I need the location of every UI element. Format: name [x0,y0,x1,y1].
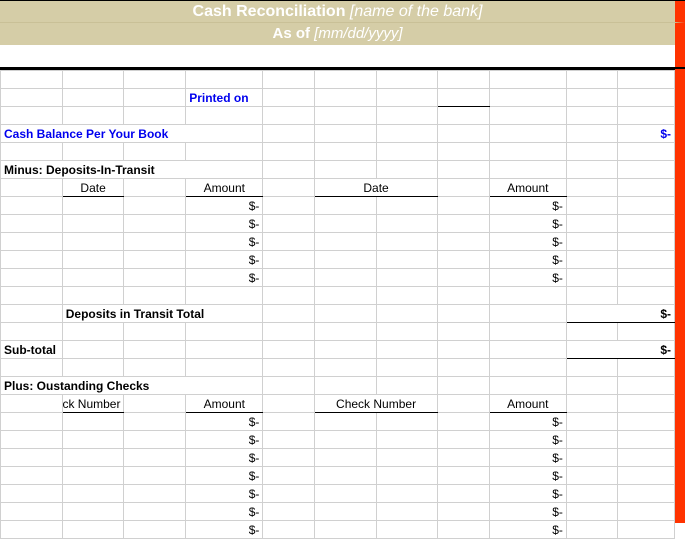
deposit-left-3: $- [186,251,263,269]
amount-header-3: Amount [186,395,263,413]
date-header-1: Date [62,179,124,197]
subtotal-row: Sub-total $- [1,341,675,359]
check-right-3: $- [489,467,566,485]
deposit-right-1: $- [489,215,566,233]
date-header-2: Date [314,179,437,197]
plus-checks-label: Plus: Oustanding Checks [1,377,263,395]
deposits-total-label: Deposits in Transit Total [62,305,263,323]
asof-prefix: As of [272,25,314,42]
deposit-right-3: $- [489,251,566,269]
cash-balance-value: $- [618,125,675,143]
minus-deposits-header: Minus: Deposits-In-Transit [1,161,675,179]
spreadsheet-grid: Printed on Cash Balance Per Your Book $-… [0,70,675,539]
title-prefix: Cash Reconciliation [193,3,350,20]
cash-balance-row: Cash Balance Per Your Book $- [1,125,675,143]
check-left-4: $- [186,485,263,503]
check-right-2: $- [489,449,566,467]
check-right-5: $- [489,503,566,521]
deposit-left-4: $- [186,269,263,287]
subtotal-label: Sub-total [1,341,63,359]
plus-checks-header: Plus: Oustanding Checks [1,377,675,395]
deposit-right-2: $- [489,233,566,251]
amount-header-1: Amount [186,179,263,197]
printed-on-label: Printed on [186,89,263,107]
cash-balance-label: Cash Balance Per Your Book [1,125,263,143]
check-right-0: $- [489,413,566,431]
deposit-right-4: $- [489,269,566,287]
check-number-header-2: Check Number [314,395,437,413]
deposit-left-0: $- [186,197,263,215]
checks-columns-header: Check Number Amount Check Number Amount [1,395,675,413]
subtotal-value: $- [566,341,674,359]
amount-header-4: Amount [489,395,566,413]
printed-on-row: Printed on [1,89,675,107]
check-right-1: $- [489,431,566,449]
check-right-4: $- [489,485,566,503]
asof-bar: As of [mm/dd/yyyy] [0,23,685,45]
check-left-6: $- [186,521,263,539]
asof-placeholder: [mm/dd/yyyy] [314,25,402,42]
deposits-columns-header: Date Amount Date Amount [1,179,675,197]
check-number-header-1: Check Number [62,395,124,413]
minus-deposits-label: Minus: Deposits-In-Transit [1,161,263,179]
check-left-3: $- [186,467,263,485]
check-left-0: $- [186,413,263,431]
title-placeholder: [name of the bank] [350,3,483,20]
red-margin-column [675,69,685,523]
amount-header-2: Amount [489,179,566,197]
deposit-right-0: $- [489,197,566,215]
check-left-5: $- [186,503,263,521]
deposit-left-1: $- [186,215,263,233]
deposit-left-2: $- [186,233,263,251]
deposits-total-row: Deposits in Transit Total $- [1,305,675,323]
title-bar: Cash Reconciliation [name of the bank] [0,1,685,23]
blank-row [1,71,675,89]
check-right-6: $- [489,521,566,539]
check-left-2: $- [186,449,263,467]
check-left-1: $- [186,431,263,449]
deposits-total-value: $- [566,305,674,323]
